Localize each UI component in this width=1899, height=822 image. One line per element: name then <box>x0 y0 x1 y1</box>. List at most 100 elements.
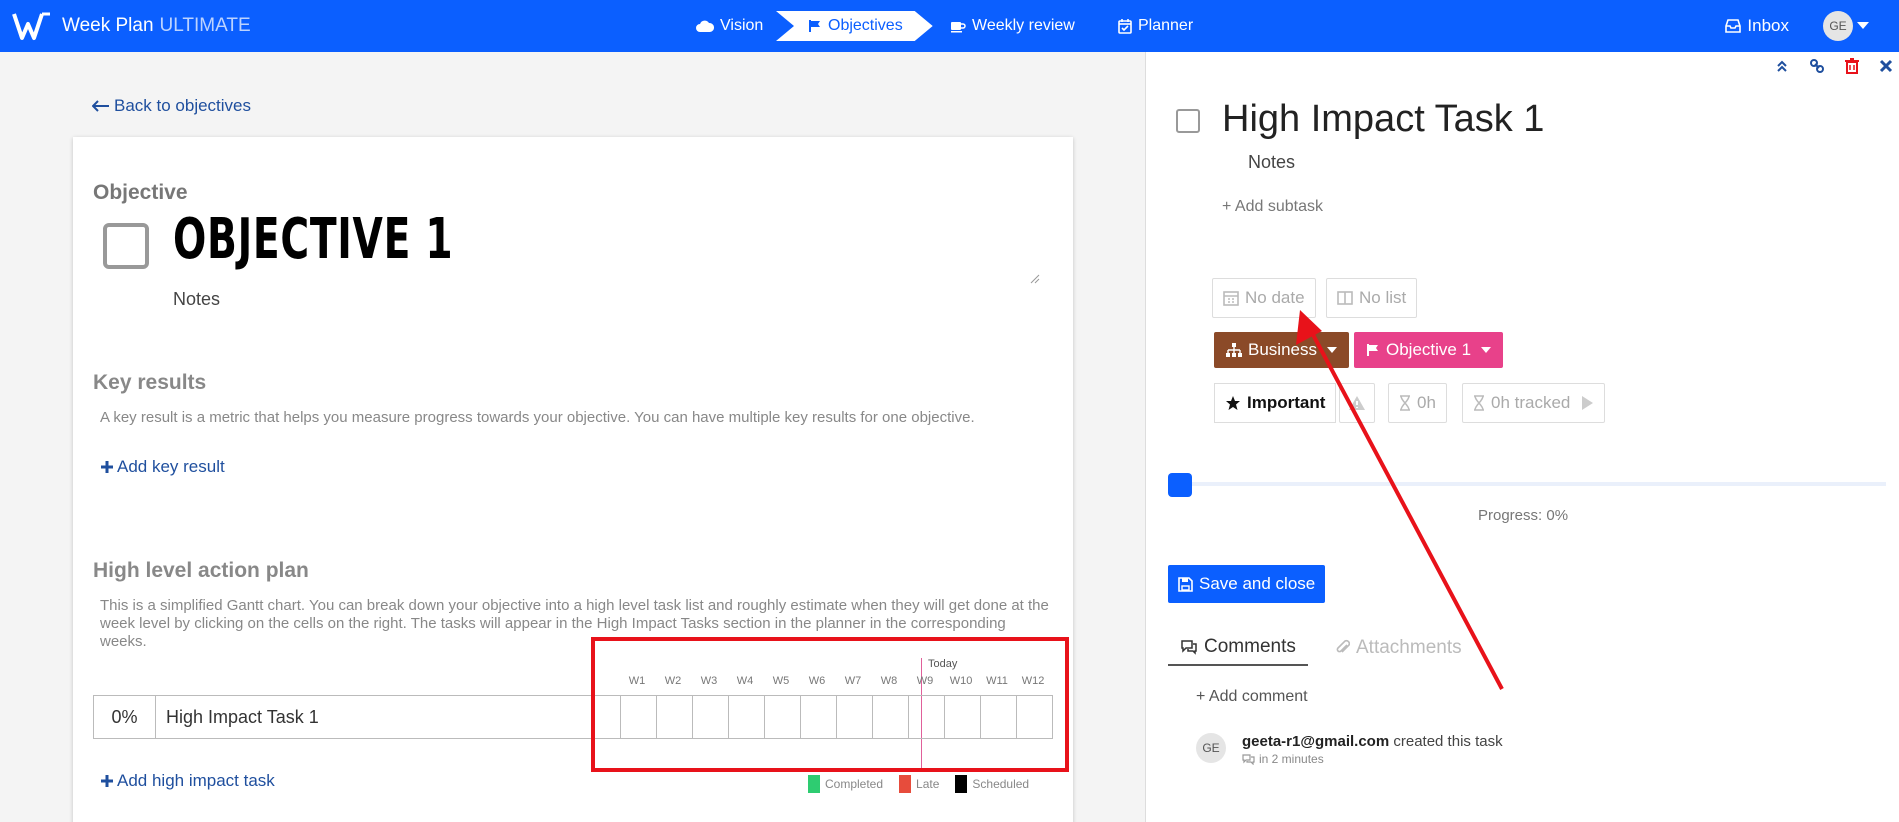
time-tracked-button[interactable]: 0h tracked <box>1462 383 1606 423</box>
objective-dropdown-label: Objective 1 <box>1386 340 1472 359</box>
task-name[interactable]: High Impact Task 1 <box>156 696 620 738</box>
activity-text: geeta-r1@gmail.com created this task <box>1242 733 1503 750</box>
star-icon <box>1226 396 1240 410</box>
nav-objectives-label: Objectives <box>828 17 903 34</box>
legend-swatch <box>899 775 912 793</box>
user-menu-caret-icon[interactable] <box>1857 22 1869 29</box>
calendar-icon <box>1223 291 1239 306</box>
tab-comments-label: Comments <box>1204 636 1296 657</box>
objective-label: Objective <box>93 181 188 204</box>
save-and-close-button[interactable]: Save and close <box>1168 565 1326 603</box>
save-label: Save and close <box>1199 574 1316 593</box>
plus-icon <box>101 461 113 473</box>
comments-icon <box>1181 640 1197 655</box>
add-high-impact-task-button[interactable]: Add high impact task <box>100 771 275 791</box>
add-task-label: Add high impact task <box>117 771 275 790</box>
objective-dropdown[interactable]: Objective 1 <box>1354 332 1504 368</box>
paperclip-icon <box>1336 639 1350 653</box>
task-title[interactable]: High Impact Task 1 <box>1222 98 1544 141</box>
chevron-down-icon <box>1481 347 1492 353</box>
legend-label: Completed <box>825 777 884 791</box>
objective-title[interactable]: OBJECTIVE 1 <box>173 207 453 272</box>
task-notes[interactable]: Notes <box>1248 152 1295 173</box>
nav-inbox[interactable]: Inbox <box>1725 0 1789 52</box>
add-subtask-button[interactable]: + Add subtask <box>1222 198 1323 216</box>
nav-planner[interactable]: Planner <box>1118 0 1193 52</box>
user-avatar[interactable]: GE <box>1823 11 1853 41</box>
legend-label: Scheduled <box>972 777 1030 791</box>
plus-icon <box>101 775 113 787</box>
link-icon[interactable] <box>1809 58 1825 74</box>
nav-vision-label: Vision <box>720 17 764 34</box>
legend-swatch <box>808 775 820 793</box>
panel-toolbar <box>1775 58 1893 74</box>
tracked-label: 0h tracked <box>1491 393 1571 412</box>
estimate-button[interactable]: 0h <box>1388 383 1447 423</box>
resize-handle-icon[interactable] <box>1028 272 1040 284</box>
no-list-button[interactable]: No list <box>1326 278 1418 318</box>
gantt-legend: Completed Late Scheduled <box>808 775 1045 793</box>
no-date-button[interactable]: No date <box>1212 278 1316 318</box>
add-comment-button[interactable]: + Add comment <box>1196 688 1308 706</box>
nav-planner-label: Planner <box>1138 17 1194 34</box>
activity-time-label: in 2 minutes <box>1259 752 1324 766</box>
comments-icon <box>1242 753 1255 765</box>
legend-label: Late <box>916 777 940 791</box>
tab-attachments[interactable]: Attachments <box>1336 630 1462 666</box>
estimate-label: 0h <box>1417 393 1436 412</box>
nav-vision[interactable]: Vision <box>696 0 763 52</box>
inbox-icon <box>1725 19 1742 33</box>
comment-avatar: GE <box>1196 733 1226 763</box>
trash-icon[interactable] <box>1845 58 1859 74</box>
back-link-label: Back to objectives <box>114 96 252 115</box>
urgent-toggle[interactable] <box>1339 383 1375 423</box>
annotation-highlight-box <box>591 637 1069 772</box>
top-navbar: Week Plan ULTIMATE Vision Objectives Wee… <box>0 0 1899 52</box>
objective-checkbox[interactable] <box>103 223 149 269</box>
task-detail-panel: High Impact Task 1 Notes + Add subtask N… <box>1145 52 1899 822</box>
tab-comments[interactable]: Comments <box>1168 630 1308 666</box>
columns-icon <box>1337 291 1353 305</box>
play-icon[interactable] <box>1580 395 1594 411</box>
area-label: Business <box>1248 340 1317 359</box>
arrow-left-icon <box>92 100 109 112</box>
cloud-icon <box>696 20 714 32</box>
progress-slider-track[interactable] <box>1176 482 1886 486</box>
progress-text: Progress: 0% <box>1478 507 1569 524</box>
brand[interactable]: Week Plan ULTIMATE <box>12 10 251 42</box>
calendar-check-icon <box>1118 18 1132 34</box>
coffee-icon <box>951 22 966 33</box>
back-to-objectives-link[interactable]: Back to objectives <box>92 96 251 116</box>
brand-suffix: ULTIMATE <box>159 15 251 36</box>
chevron-down-icon <box>1326 347 1337 353</box>
flag-icon <box>808 19 822 33</box>
add-key-result-button[interactable]: Add key result <box>100 457 225 477</box>
warning-icon <box>1349 396 1365 410</box>
objective-notes[interactable]: Notes <box>173 289 220 310</box>
key-results-description: A key result is a metric that helps you … <box>100 409 975 426</box>
important-toggle[interactable]: Important <box>1214 383 1337 423</box>
task-progress[interactable]: 0% <box>94 696 156 738</box>
activity-time: in 2 minutes <box>1242 752 1324 766</box>
progress-slider-handle[interactable] <box>1168 473 1192 497</box>
flag-icon <box>1367 344 1378 356</box>
nav-objectives[interactable]: Objectives <box>776 11 933 41</box>
sitemap-icon <box>1226 343 1242 357</box>
key-results-heading: Key results <box>93 371 207 394</box>
hourglass-icon <box>1400 395 1410 411</box>
no-list-label: No list <box>1359 288 1407 307</box>
nav-weekly-review[interactable]: Weekly review <box>950 0 1075 52</box>
nav-inbox-label: Inbox <box>1747 16 1789 35</box>
area-dropdown[interactable]: Business <box>1214 332 1349 368</box>
task-checkbox[interactable] <box>1176 109 1200 133</box>
logo-icon <box>12 12 50 40</box>
add-key-result-label: Add key result <box>117 457 225 476</box>
save-icon <box>1178 576 1193 592</box>
collapse-up-icon[interactable] <box>1775 59 1789 73</box>
activity-action: created this task <box>1393 733 1503 750</box>
important-label: Important <box>1247 393 1326 412</box>
tab-attachments-label: Attachments <box>1356 637 1462 658</box>
activity-user: geeta-r1@gmail.com <box>1242 733 1390 750</box>
close-icon[interactable] <box>1879 59 1893 73</box>
action-plan-heading: High level action plan <box>93 559 309 582</box>
